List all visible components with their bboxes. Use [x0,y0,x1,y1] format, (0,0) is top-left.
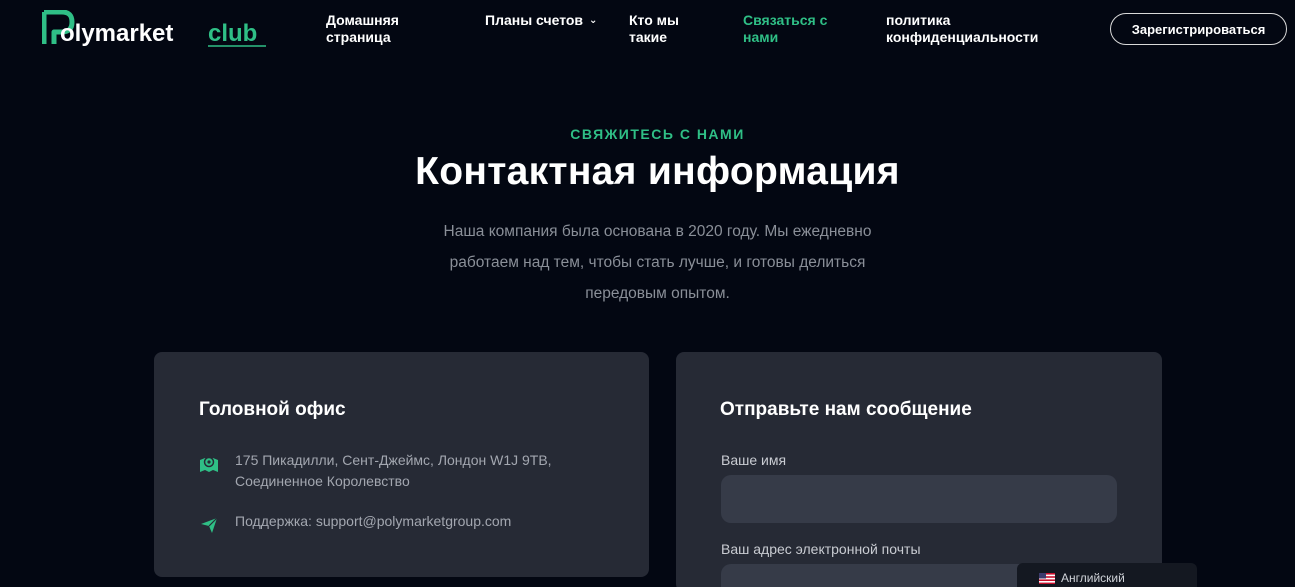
office-address-line1: 175 Пикадилли, Сент-Джеймс, Лондон W1J 9… [235,452,552,468]
nav-privacy[interactable]: политика конфиденциальности [886,12,1038,46]
nav-about-label-2: такие [629,29,668,45]
message-form-card: Отправьте нам сообщение Ваше имя Ваш адр… [676,352,1162,587]
polymarket-club-logo-icon: olymarket club [42,10,266,47]
chevron-down-icon: ⌄ [589,15,598,26]
nav-contact-label-1: Связаться с [743,12,828,28]
support-email[interactable]: Поддержка: support@polymarketgroup.com [235,511,511,532]
nav-home[interactable]: Домашняя страница [326,12,399,46]
send-icon [201,517,218,533]
language-switcher[interactable]: Английский [1017,563,1197,587]
name-input[interactable] [721,475,1117,523]
language-label: Английский [1061,571,1125,585]
logo-accent-text: club [208,20,257,47]
site-header: olymarket club Домашняя страница Планы с… [0,0,1295,60]
email-label: Ваш адрес электронной почты [721,541,921,557]
office-title: Головной офис [199,399,346,420]
nav-home-label-1: Домашняя [326,12,399,28]
nav-privacy-label-2: конфиденциальности [886,29,1039,45]
signup-button[interactable]: Зарегистрироваться [1110,13,1287,45]
nav-privacy-label-1: политика [886,12,951,28]
name-label: Ваше имя [721,452,787,468]
office-address: 175 Пикадилли, Сент-Джеймс, Лондон W1J 9… [199,450,552,492]
logo-text: olymarket [60,20,173,47]
nav-about[interactable]: Кто мы такие [629,12,679,46]
nav-about-label-1: Кто мы [629,12,679,28]
us-flag-icon [1039,572,1055,584]
page-lead: Наша компания была основана в 2020 году.… [443,223,872,302]
nav-contact[interactable]: Связаться с нами [743,12,827,46]
form-title: Отправьте нам сообщение [720,399,972,420]
section-eyebrow: СВЯЖИТЕСЬ С НАМИ [570,126,745,142]
office-support: Поддержка: support@polymarketgroup.com [199,511,511,535]
page-title: Контактная информация [415,150,900,193]
nav-account-plans[interactable]: Планы счетов ⌄ [485,12,597,29]
nav-contact-label-2: нами [743,29,779,45]
nav-home-label-2: страница [326,29,391,45]
nav-account-plans-label: Планы счетов [485,12,584,28]
office-card: Головной офис 175 Пикадилли, Сент-Джеймс… [154,352,649,577]
office-address-line2: Соединенное Королевство [235,473,410,489]
map-pin-icon [200,456,218,472]
logo[interactable]: olymarket club [42,10,270,50]
